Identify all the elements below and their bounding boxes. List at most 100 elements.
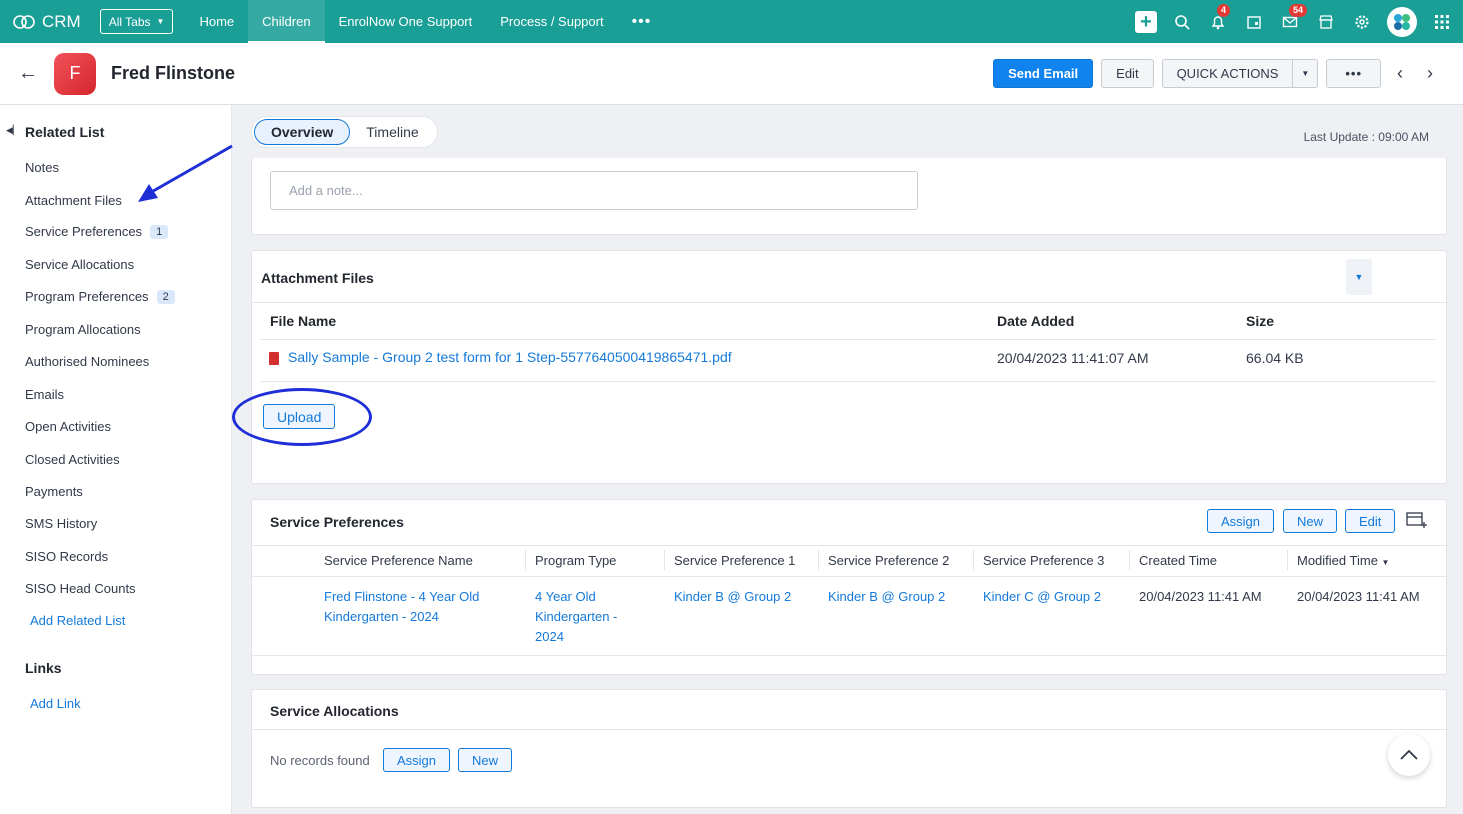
pdf-file-icon	[269, 352, 279, 365]
sidebar-item-closed-activities[interactable]: Closed Activities	[25, 452, 120, 467]
quick-actions-dropdown-icon[interactable]: ▼	[1293, 59, 1319, 88]
sidebar-item-label: Closed Activities	[25, 452, 120, 467]
sidebar-item-label: Service Allocations	[25, 257, 135, 272]
sidebar-item-label: Open Activities	[25, 419, 111, 434]
chevron-up-icon	[1400, 750, 1418, 760]
attachment-size: 66.04 KB	[1246, 350, 1304, 366]
divider	[261, 339, 1436, 340]
sidebar-item-siso-records[interactable]: SISO Records	[25, 549, 108, 564]
calendar-icon[interactable]	[1243, 11, 1265, 33]
sidebar-item-label: SMS History	[25, 516, 98, 531]
text-line: Fred Flinstone - 4 Year Old	[324, 589, 480, 604]
divider	[252, 545, 1448, 546]
add-link-link[interactable]: Add Link	[30, 696, 81, 711]
tab-timeline[interactable]: Timeline	[350, 119, 434, 145]
next-record-icon[interactable]: ›	[1419, 63, 1441, 84]
notifications-bell-icon[interactable]: 4	[1207, 3, 1231, 33]
service-preference-1-link[interactable]: Kinder B @ Group 2	[674, 587, 791, 607]
chevron-down-icon: ▼	[156, 17, 165, 26]
notifications-count-badge: 4	[1217, 3, 1231, 17]
sidebar-item-emails[interactable]: Emails	[25, 387, 64, 402]
record-view-tabs: Overview Timeline	[251, 116, 438, 148]
sidebar-item-label: Program Preferences	[25, 289, 149, 304]
back-arrow-icon[interactable]: ←	[18, 62, 38, 85]
nav-more-icon[interactable]: •••	[618, 0, 666, 43]
service-allocations-title: Service Allocations	[270, 703, 399, 719]
edit-button[interactable]: Edit	[1101, 59, 1154, 88]
add-note-input[interactable]: Add a note...	[270, 171, 918, 210]
nav-children[interactable]: Children	[248, 0, 325, 43]
count-badge: 2	[156, 289, 175, 304]
collapse-sidebar-icon[interactable]: ◀▏	[6, 125, 20, 136]
column-header-service-preference-3: Service Preference 3	[983, 553, 1105, 568]
top-navigation-bar: CRM All Tabs ▼ Home Children EnrolNow On…	[0, 0, 1463, 43]
sidebar-item-attachment-files[interactable]: Attachment Files	[25, 193, 122, 208]
add-related-list-link[interactable]: Add Related List	[30, 613, 125, 628]
app-grid-icon[interactable]	[1431, 11, 1453, 33]
scroll-to-top-button[interactable]	[1388, 734, 1430, 776]
search-icon[interactable]	[1171, 11, 1193, 33]
edit-button[interactable]: Edit	[1345, 509, 1396, 533]
links-title: Links	[25, 660, 62, 676]
sidebar-item-sms-history[interactable]: SMS History	[25, 516, 97, 531]
assign-button[interactable]: Assign	[1207, 509, 1275, 533]
all-tabs-label: All Tabs	[108, 14, 151, 29]
attachment-file-link[interactable]: Sally Sample - Group 2 test form for 1 S…	[288, 349, 732, 365]
column-header-created-time: Created Time	[1139, 553, 1218, 568]
previous-record-icon[interactable]: ‹	[1389, 63, 1411, 84]
more-actions-button[interactable]: •••	[1326, 59, 1381, 88]
notes-section: Add a note...	[251, 158, 1447, 235]
user-avatar[interactable]	[1387, 6, 1417, 37]
assign-button[interactable]: Assign	[383, 748, 451, 772]
attachment-options-dropdown-icon[interactable]: ▼	[1346, 259, 1372, 295]
column-separator	[664, 550, 665, 570]
sidebar-item-label: Authorised Nominees	[25, 354, 150, 369]
last-update-text: Last Update : 09:00 AM	[1303, 130, 1429, 144]
sidebar-item-payments[interactable]: Payments	[25, 484, 83, 499]
sidebar-item-open-activities[interactable]: Open Activities	[25, 419, 111, 434]
create-plus-icon[interactable]: +	[1135, 10, 1157, 33]
service-preference-name-link[interactable]: Fred Flinstone - 4 Year Old Kindergarten …	[324, 587, 479, 627]
nav-home[interactable]: Home	[185, 0, 248, 43]
sidebar-item-siso-head-counts[interactable]: SISO Head Counts	[25, 581, 136, 596]
column-header-label: Modified Time	[1297, 553, 1378, 568]
sidebar-item-program-allocations[interactable]: Program Allocations	[25, 322, 141, 337]
divider	[261, 381, 1436, 382]
sidebar-item-label: Notes	[25, 160, 59, 175]
customize-columns-icon[interactable]	[1406, 512, 1428, 531]
service-preference-3-link[interactable]: Kinder C @ Group 2	[983, 587, 1101, 607]
crm-logo[interactable]: CRM	[12, 12, 81, 32]
created-time-value: 20/04/2023 11:41 AM	[1139, 589, 1262, 604]
divider	[252, 729, 1448, 730]
sidebar-item-label: Payments	[25, 484, 83, 499]
column-header-program-type: Program Type	[535, 553, 617, 568]
related-list-title: Related List	[25, 124, 105, 140]
nav-enrolnow-one-support[interactable]: EnrolNow One Support	[325, 0, 487, 43]
all-tabs-dropdown[interactable]: All Tabs ▼	[99, 9, 174, 34]
mail-icon[interactable]: 54	[1279, 3, 1308, 33]
column-header-date-added: Date Added	[997, 313, 1075, 329]
column-separator	[973, 550, 974, 570]
tab-overview[interactable]: Overview	[254, 119, 351, 145]
sidebar-item-service-preferences[interactable]: Service Preferences 1	[25, 224, 169, 239]
send-email-button[interactable]: Send Email	[993, 59, 1094, 88]
nav-process-support[interactable]: Process / Support	[486, 0, 617, 43]
sidebar-item-authorised-nominees[interactable]: Authorised Nominees	[25, 354, 149, 369]
column-header-size: Size	[1246, 313, 1275, 329]
new-button[interactable]: New	[1283, 509, 1338, 533]
program-type-link[interactable]: 4 Year Old Kindergarten - 2024	[535, 587, 617, 647]
service-preference-2-link[interactable]: Kinder B @ Group 2	[828, 587, 945, 607]
settings-gear-icon[interactable]	[1351, 11, 1373, 33]
service-allocations-section: Service Allocations No records found Ass…	[251, 689, 1448, 808]
new-button[interactable]: New	[458, 748, 513, 772]
sidebar-item-label: SISO Head Counts	[25, 581, 136, 596]
marketplace-icon[interactable]	[1315, 11, 1337, 33]
annotation-arrow-icon	[138, 144, 233, 202]
sort-desc-icon: ▼	[1381, 558, 1390, 567]
related-list-sidebar: ◀▏ Related List Notes Attachment Files S…	[0, 105, 232, 814]
quick-actions-button[interactable]: QUICK ACTIONS	[1161, 59, 1294, 88]
sidebar-item-program-preferences[interactable]: Program Preferences 2	[25, 289, 175, 304]
sidebar-item-service-allocations[interactable]: Service Allocations	[25, 257, 134, 272]
sidebar-item-notes[interactable]: Notes	[25, 160, 59, 175]
column-header-modified-time[interactable]: Modified Time ▼	[1297, 553, 1389, 568]
